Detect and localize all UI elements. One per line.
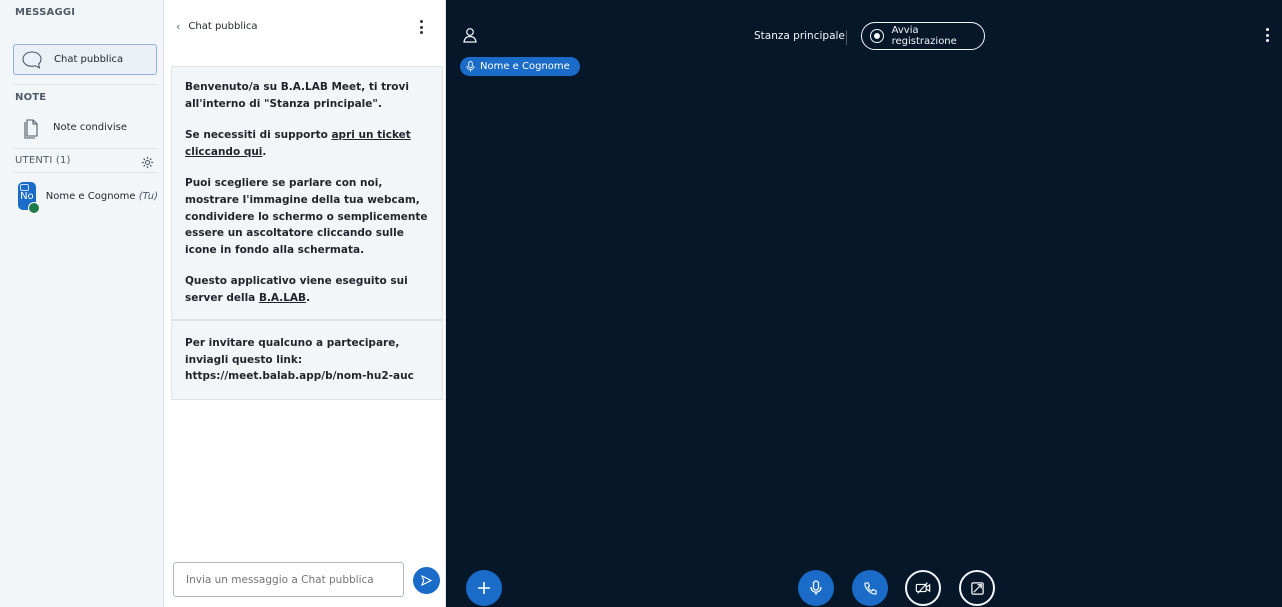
presence-badge bbox=[27, 202, 40, 214]
screen-share-button[interactable] bbox=[959, 570, 995, 606]
sidebar-item-public-chat[interactable]: Chat pubblica bbox=[13, 44, 157, 75]
more-options-icon[interactable] bbox=[1266, 28, 1270, 42]
shared-notes-label: Note condivise bbox=[53, 122, 127, 133]
microphone-button[interactable] bbox=[798, 570, 834, 606]
chat-title[interactable]: Chat pubblica bbox=[188, 21, 257, 32]
invite-message: Per invitare qualcuno a partecipare, inv… bbox=[171, 320, 443, 400]
microphone-icon bbox=[810, 580, 822, 595]
user-list-item[interactable]: No Nome e Cognome (Tu) bbox=[18, 180, 158, 214]
messages-section-title: MESSAGGI bbox=[15, 7, 76, 18]
divider bbox=[13, 84, 157, 85]
sidebar-item-shared-notes[interactable]: Note condivise bbox=[13, 112, 157, 143]
divider bbox=[846, 30, 847, 45]
avatar: No bbox=[18, 182, 40, 214]
video-button[interactable] bbox=[905, 570, 941, 606]
top-bar: Stanza principale Avvia registrazione bbox=[446, 22, 1282, 52]
talking-indicator: Nome e Cognome bbox=[460, 57, 580, 76]
notes-section-title: NOTE bbox=[15, 92, 47, 103]
chat-panel: ‹ Chat pubblica Benvenuto/a su B.A.LAB M… bbox=[164, 0, 446, 607]
record-icon bbox=[870, 29, 884, 43]
document-icon bbox=[19, 117, 43, 139]
video-off-icon bbox=[915, 582, 931, 594]
public-chat-label: Chat pubblica bbox=[54, 54, 124, 65]
user-list-sidebar: MESSAGGI Chat pubblica NOTE Note condivi… bbox=[0, 0, 164, 607]
talker-name: Nome e Cognome bbox=[480, 61, 570, 72]
room-title: Stanza principale bbox=[754, 30, 845, 42]
audio-phone-button[interactable] bbox=[852, 570, 888, 606]
screen-share-off-icon bbox=[970, 581, 984, 595]
divider bbox=[13, 148, 157, 149]
send-icon bbox=[421, 575, 432, 586]
chat-header: ‹ Chat pubblica bbox=[176, 16, 434, 36]
plus-icon bbox=[478, 582, 490, 594]
phone-icon bbox=[863, 581, 877, 595]
avatar-initials: No bbox=[20, 190, 34, 202]
balab-link[interactable]: B.A.LAB bbox=[259, 292, 306, 304]
actions-plus-button[interactable] bbox=[466, 570, 502, 606]
user-name: Nome e Cognome bbox=[45, 190, 136, 202]
room-name-highlight: "Stanza principale" bbox=[264, 97, 378, 110]
microphone-icon bbox=[466, 61, 475, 72]
send-button[interactable] bbox=[413, 567, 440, 594]
start-recording-button[interactable]: Avvia registrazione bbox=[861, 22, 985, 50]
message-input[interactable] bbox=[173, 562, 404, 597]
users-section-title: UTENTI (1) bbox=[15, 155, 71, 166]
chevron-left-icon[interactable]: ‹ bbox=[176, 20, 180, 33]
welcome-message: Benvenuto/a su B.A.LAB Meet, ti trovi al… bbox=[171, 66, 443, 320]
more-options-icon[interactable] bbox=[420, 20, 424, 34]
main-stage: Stanza principale Avvia registrazione No… bbox=[446, 0, 1282, 607]
divider bbox=[13, 172, 157, 173]
record-label: Avvia registrazione bbox=[891, 25, 957, 47]
chat-bubble-icon bbox=[20, 49, 44, 71]
you-label: (Tu) bbox=[138, 190, 158, 202]
gear-icon[interactable] bbox=[141, 154, 154, 173]
